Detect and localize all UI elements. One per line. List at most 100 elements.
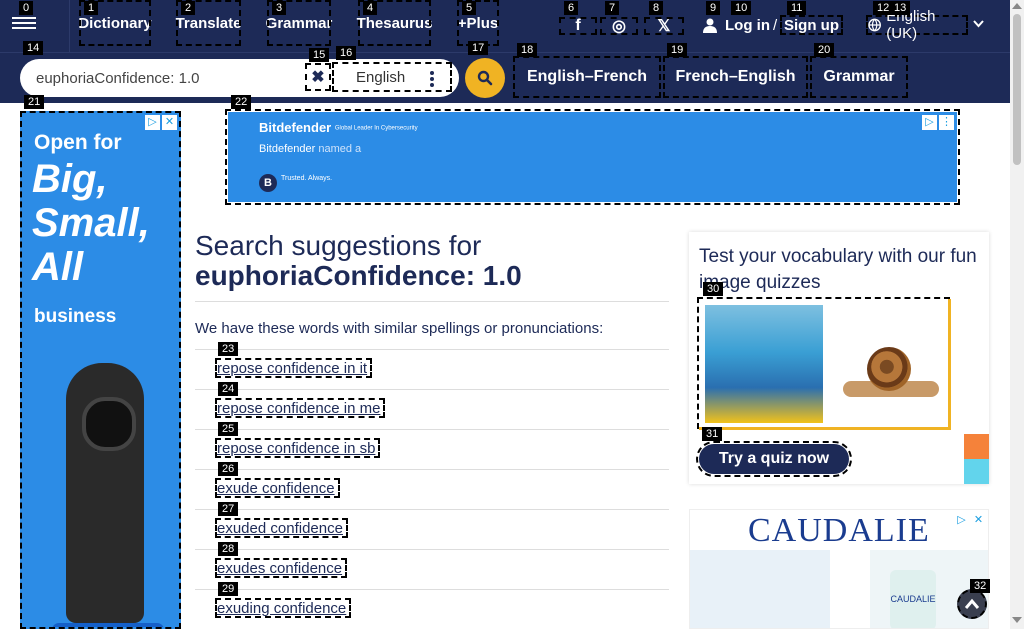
divider	[195, 301, 669, 302]
scrollbar-thumb[interactable]	[1013, 14, 1021, 165]
login-link[interactable]: Log in	[725, 15, 770, 35]
ad-text: Open for	[34, 131, 122, 154]
more-options-icon	[430, 71, 434, 89]
french-english-button[interactable]: French–English	[663, 56, 808, 98]
divider	[195, 469, 669, 470]
language-selector[interactable]: English (UK)	[866, 8, 968, 42]
scroll-up-icon[interactable]	[1012, 3, 1022, 9]
clear-search-button[interactable]: ✖	[305, 63, 331, 91]
suggestion-link[interactable]: repose confidence in me	[215, 398, 386, 418]
ad-logo: CAUDALIE	[748, 512, 930, 549]
decorative-square	[964, 459, 989, 484]
tag-label: 13	[890, 1, 911, 15]
tag-label: 23	[218, 342, 239, 356]
tag-label: 24	[218, 382, 239, 396]
suggestions-intro: We have these words with similar spellin…	[195, 320, 604, 337]
tag-label: 18	[517, 43, 538, 57]
divider	[195, 509, 669, 510]
ad-product-image	[66, 363, 144, 623]
ad-cta[interactable]	[52, 623, 164, 627]
ad-headline: Big, Small, All	[32, 157, 150, 289]
tag-label: 9	[706, 1, 721, 15]
page-title-term: euphoriaConfidence: 1.0	[195, 260, 522, 291]
tag-label: 22	[231, 95, 252, 109]
divider	[195, 349, 669, 350]
user-icon[interactable]	[703, 15, 717, 35]
tag-label: 17	[468, 41, 489, 55]
tag-label: 2	[181, 1, 196, 15]
suggestion-link[interactable]: exude confidence	[215, 478, 340, 498]
tag-label: 20	[814, 43, 835, 57]
ad-choices-icon[interactable]: ▷ ⋮	[922, 115, 954, 130]
ad-logo-badge: B	[259, 174, 277, 192]
tag-label: 19	[667, 43, 688, 57]
suggestion-link[interactable]: exuding confidence	[215, 598, 352, 618]
left-advertisement[interactable]: ▷ ✕ Open for Big, Small, All business	[20, 111, 181, 629]
tag-label: 3	[272, 1, 287, 15]
suggestion-link[interactable]: repose confidence in sb	[215, 438, 381, 458]
try-quiz-button[interactable]: Try a quiz now	[696, 441, 852, 477]
page-title: Search suggestions for euphoriaConfidenc…	[195, 231, 522, 291]
quiz-image-link[interactable]	[697, 297, 951, 430]
menu-icon[interactable]	[12, 14, 36, 34]
back-to-top-button[interactable]	[957, 589, 987, 619]
parrot-image	[705, 305, 823, 423]
divider	[195, 429, 669, 430]
suggestion-link[interactable]: repose confidence in it	[215, 358, 373, 378]
tag-label: 7	[605, 1, 620, 15]
tag-label: 26	[218, 462, 239, 476]
page-title-prefix: Search suggestions for	[195, 230, 482, 261]
tag-label: 28	[218, 542, 239, 556]
tag-label: 15	[309, 48, 330, 62]
tag-label: 21	[24, 95, 45, 109]
decorative-square	[964, 434, 989, 459]
signup-link[interactable]: Sign up	[780, 15, 843, 35]
tag-label: 0	[19, 1, 34, 15]
ad-text: Bitdefender named a	[259, 143, 362, 155]
facebook-icon[interactable]: f	[559, 17, 597, 35]
ad-choices-icon[interactable]: ▷ ✕	[145, 115, 177, 130]
tag-label: 14	[23, 41, 44, 55]
x-icon[interactable]: 𝕏	[644, 17, 684, 35]
search-input[interactable]	[36, 67, 306, 89]
globe-icon	[868, 18, 881, 32]
tag-label: 30	[703, 282, 724, 296]
tag-label: 31	[702, 427, 723, 441]
ad-bottle: CAUDALIE	[890, 570, 936, 628]
grammar-button[interactable]: Grammar	[810, 56, 908, 98]
tag-label: 6	[564, 1, 579, 15]
ad-brand: Bitdefender Global Leader In Cybersecuri…	[259, 120, 418, 135]
ad-tagline: Trusted. Always.	[281, 175, 333, 182]
quiz-title: Test your vocabulary with our fun image …	[699, 246, 977, 293]
arrow-up-icon	[965, 598, 979, 609]
top-banner-advertisement[interactable]: Bitdefender Global Leader In Cybersecuri…	[225, 109, 960, 205]
tag-label: 29	[218, 582, 239, 596]
chevron-down-icon	[973, 20, 984, 28]
ad-choices-icon[interactable]: ▷ ✕	[954, 513, 986, 528]
tag-label: 25	[218, 422, 239, 436]
tag-label: 11	[787, 1, 807, 15]
suggestion-link[interactable]: exudes confidence	[215, 558, 348, 578]
tag-label: 8	[649, 1, 664, 15]
search-icon	[477, 70, 493, 86]
tag-label: 32	[970, 579, 991, 593]
suggestion-link[interactable]: exuded confidence	[215, 518, 348, 538]
snail-image	[827, 305, 945, 423]
instagram-icon[interactable]: ◎	[600, 17, 638, 35]
tag-label: 4	[363, 1, 378, 15]
divider	[195, 389, 669, 390]
english-french-button[interactable]: English–French	[513, 56, 661, 98]
tag-label: 5	[462, 1, 477, 15]
search-button[interactable]	[465, 58, 505, 98]
ad-text: business	[34, 306, 117, 327]
side-advertisement[interactable]: ▷ ✕ CAUDALIE CAUDALIE	[689, 509, 989, 629]
dictionary-language-label: English	[356, 68, 406, 86]
tag-label: 27	[218, 502, 239, 516]
scroll-down-icon[interactable]	[1012, 617, 1022, 623]
login-separator: /	[773, 16, 778, 34]
dictionary-language-select[interactable]: English	[332, 62, 452, 92]
divider	[195, 589, 669, 590]
tag-label: 1	[84, 1, 99, 15]
divider	[69, 0, 70, 52]
ad-product-image	[690, 550, 830, 628]
